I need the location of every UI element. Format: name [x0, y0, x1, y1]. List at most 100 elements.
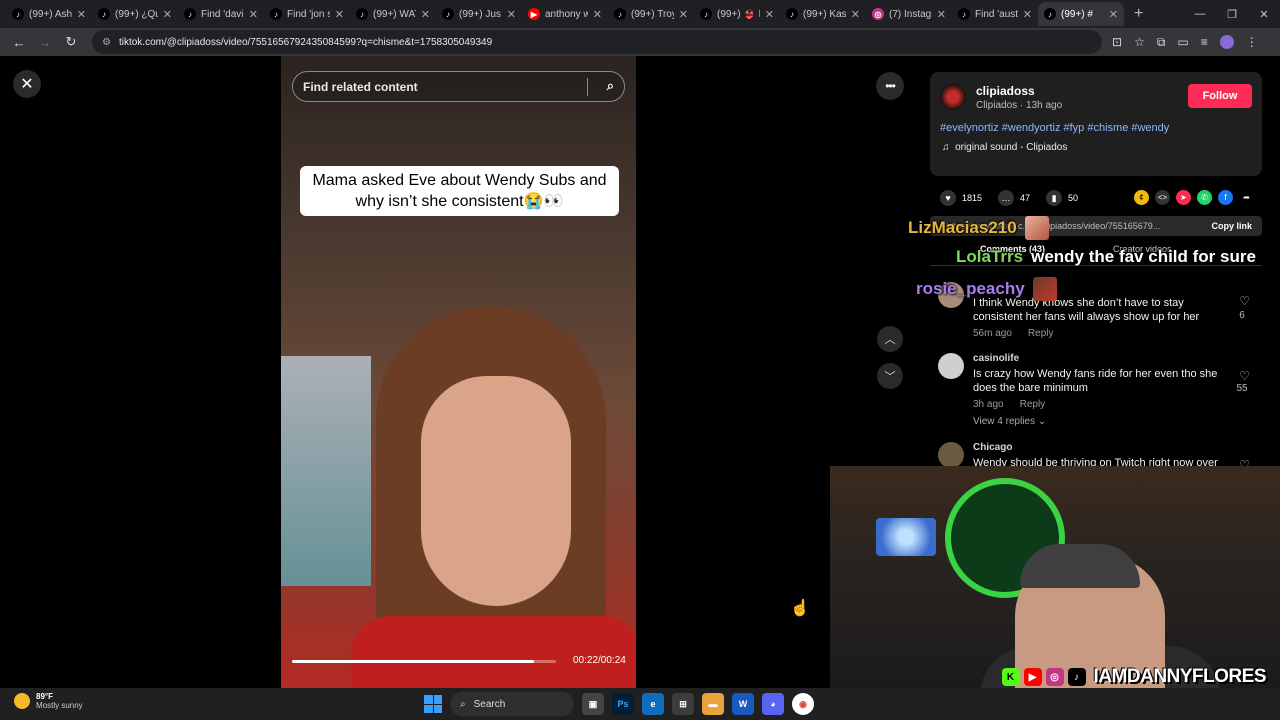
creator-subline: Clipiados · 13h ago [976, 100, 1063, 111]
video-player[interactable]: Find related content ⌕ Mama asked Eve ab… [281, 56, 636, 688]
tab-close-icon[interactable]: ✕ [937, 8, 946, 21]
taskbar-search[interactable]: ⌕ Search [450, 692, 574, 716]
comment-heart-icon[interactable]: ♡ [1239, 369, 1250, 383]
browser-tab[interactable]: ▶ anthony w ✕ [522, 2, 608, 26]
sidebar-icon[interactable]: ▭ [1177, 35, 1188, 49]
search-icon[interactable]: ⌕ [607, 78, 614, 94]
reply-link[interactable]: Reply [1020, 399, 1046, 410]
chevron-up-icon[interactable]: ︿ [877, 326, 903, 352]
browser-tab[interactable]: ♪ (99+) WATC ✕ [350, 2, 436, 26]
more-options-icon[interactable]: ••• [876, 72, 904, 100]
commenter-avatar[interactable] [938, 353, 964, 379]
embed-code-icon[interactable]: <> [1155, 190, 1170, 205]
send-icon[interactable]: ➤ [1176, 190, 1191, 205]
chrome-icon[interactable]: ◉ [792, 693, 814, 715]
share-arrow-icon[interactable]: ➦ [1239, 190, 1254, 205]
post-sound[interactable]: ♫ original sound - Clipiados [942, 142, 1067, 153]
comment-bubble-icon[interactable]: … [998, 190, 1015, 206]
commenter-name[interactable]: Chicago [973, 442, 1012, 453]
tab-comments[interactable]: Comments (43) [980, 244, 1045, 265]
menu-kebab-icon[interactable]: ⋮ [1246, 35, 1258, 49]
bookmark-star-icon[interactable]: ☆ [1134, 35, 1145, 49]
tab-close-icon[interactable]: ✕ [77, 8, 86, 21]
site-info-icon[interactable]: ⚙ [102, 37, 111, 48]
tab-creator-videos[interactable]: Creator videos [1113, 244, 1172, 265]
browser-tab-title: anthony w [545, 8, 588, 20]
commenter-avatar[interactable] [938, 282, 964, 308]
browser-tab[interactable]: ♪ Find 'david ✕ [178, 2, 264, 26]
browser-tab[interactable]: ♪ Find 'jon st ✕ [264, 2, 350, 26]
browser-tab[interactable]: ♪ Find 'austi ✕ [952, 2, 1038, 26]
tab-close-icon[interactable]: ✕ [765, 8, 774, 21]
address-bar[interactable]: ⚙ tiktok.com/@clipiadoss/video/755165679… [92, 30, 1102, 54]
bookmark-icon[interactable]: ▮ [1046, 190, 1063, 206]
file-explorer-icon[interactable]: ▬ [702, 693, 724, 715]
edge-icon[interactable]: e [642, 693, 664, 715]
search-divider [587, 78, 588, 96]
like-heart-icon[interactable]: ♥ [940, 190, 956, 206]
browser-tab[interactable]: ♪ (99+) Jus I # ✕ [436, 2, 522, 26]
task-view-icon[interactable]: ▣ [582, 693, 604, 715]
search-placeholder: Find related content [303, 79, 418, 94]
commenter-name[interactable]: casinolife [973, 353, 1019, 364]
share-link-field[interactable]: https://www.tiktok.c... @clipiadoss/vide… [930, 216, 1262, 236]
weather-widget[interactable]: 89°F Mostly sunny [14, 692, 83, 710]
browser-tab-title: (99+) ¿Qui [115, 8, 158, 20]
back-arrow-icon[interactable]: ← [8, 31, 30, 53]
browser-tab-title: (7) Instagra [889, 8, 932, 20]
view-replies-link[interactable]: View 4 replies ⌄ [973, 416, 1046, 427]
reply-link[interactable]: Reply [1028, 328, 1054, 339]
creator-avatar[interactable] [940, 84, 966, 110]
tab-close-icon[interactable]: ✕ [421, 8, 430, 21]
creator-username[interactable]: clipiadoss [976, 84, 1035, 98]
windows-start-icon[interactable] [424, 695, 442, 713]
browser-tab[interactable]: ♪ (99+) ¿Qui ✕ [92, 2, 178, 26]
video-progress-bar[interactable] [292, 660, 556, 663]
tab-close-icon[interactable]: ✕ [335, 8, 344, 21]
coin-icon[interactable]: ¢ [1134, 190, 1149, 205]
tab-close-icon[interactable]: ✕ [679, 8, 688, 21]
browser-tab-title: (99+) Kash [803, 8, 846, 20]
comment-heart-icon[interactable]: ♡ [1239, 294, 1250, 308]
install-icon[interactable]: ⊡ [1112, 35, 1122, 49]
new-tab-icon[interactable]: + [1134, 5, 1143, 23]
profile-avatar[interactable] [1219, 35, 1234, 49]
forward-arrow-icon[interactable]: → [34, 31, 56, 53]
close-icon[interactable]: ✕ [13, 70, 41, 98]
word-icon[interactable]: W [732, 693, 754, 715]
browser-tab[interactable]: ♪ (99+) Ash T ✕ [6, 2, 92, 26]
find-related-search[interactable]: Find related content ⌕ [292, 71, 625, 102]
browser-tab[interactable]: ♪ (99+) Troy ✕ [608, 2, 694, 26]
post-hashtags[interactable]: #evelynortiz #wendyortiz #fyp #chisme #w… [940, 122, 1169, 134]
photoshop-icon[interactable]: Ps [612, 693, 634, 715]
tab-close-icon[interactable]: ✕ [851, 8, 860, 21]
tab-close-icon[interactable]: ✕ [593, 8, 602, 21]
restore-icon[interactable]: ❐ [1216, 0, 1248, 28]
reload-icon[interactable]: ↻ [60, 31, 82, 53]
tab-close-icon[interactable]: ✕ [249, 8, 258, 21]
media-icon[interactable]: ≡ [1201, 35, 1208, 49]
follow-button[interactable]: Follow [1188, 84, 1252, 108]
facebook-icon[interactable]: f [1218, 190, 1233, 205]
copy-link-button[interactable]: Copy link [1211, 221, 1252, 231]
browser-tab[interactable]: ◎ (7) Instagra ✕ [866, 2, 952, 26]
tab-close-icon[interactable]: ✕ [1023, 8, 1032, 21]
extensions-icon[interactable]: ⧉ [1157, 35, 1166, 50]
url-text: tiktok.com/@clipiadoss/video/75516567924… [118, 36, 493, 48]
whatsapp-icon[interactable]: ✆ [1197, 190, 1212, 205]
save-count: 50 [1068, 193, 1079, 203]
chevron-down-icon[interactable]: ﹀ [877, 363, 903, 389]
discord-icon[interactable]: ◕ [762, 693, 784, 715]
tab-close-icon[interactable]: ✕ [163, 8, 172, 21]
browser-tab[interactable]: ♪ (99+) # ✕ [1038, 2, 1124, 26]
minimize-icon[interactable]: — [1184, 0, 1216, 28]
tab-close-icon[interactable]: ✕ [1109, 8, 1118, 21]
browser-tab[interactable]: ♪ (99+) 👙 D ✕ [694, 2, 780, 26]
close-window-icon[interactable]: ✕ [1248, 0, 1280, 28]
browser-tab[interactable]: ♪ (99+) Kash ✕ [780, 2, 866, 26]
store-icon[interactable]: ⊞ [672, 693, 694, 715]
tab-close-icon[interactable]: ✕ [507, 8, 516, 21]
window-controls: — ❐ ✕ [1184, 0, 1280, 28]
commenter-avatar[interactable] [938, 442, 964, 468]
streamer-webcam: K ▶ ◎ ♪ IAMDANNYFLORES [830, 466, 1280, 694]
